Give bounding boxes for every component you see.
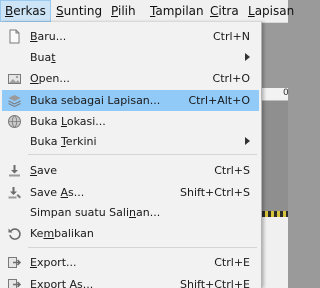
menu-item-shortcut: Ctrl+Alt+O xyxy=(188,94,250,107)
menubar-item-label: itra xyxy=(218,4,239,18)
menu-item-label: Save xyxy=(30,164,58,177)
menu-bar: Berkas Sunting Pilih Tampilan Citra Lapisan xyxy=(0,0,294,23)
menubar-item-tampilan[interactable]: Tampilan xyxy=(145,0,209,22)
menu-item-shortcut: Ctrl+E xyxy=(214,256,250,269)
open-as-layers-icon xyxy=(7,93,22,108)
menu-item-mnemonic: A xyxy=(60,186,69,199)
menu-item-label: Baru... xyxy=(30,30,67,43)
menu-item-shortcut: Ctrl+S xyxy=(214,164,250,177)
menu-item-buka-terkini[interactable]: Buka Terkini xyxy=(2,131,259,152)
submenu-arrow-icon xyxy=(245,137,250,145)
menu-item-shortcut: Shift+Ctrl+S xyxy=(180,186,250,199)
new-document-icon xyxy=(7,29,22,44)
menu-item-buka-lokasi[interactable]: Buka Lokasi... xyxy=(2,111,259,132)
menu-item-label: Open... xyxy=(30,72,70,85)
menu-item-label: Save As... xyxy=(30,186,85,199)
menu-item-baru[interactable]: Baru... Ctrl+N xyxy=(2,26,259,47)
menu-item-shortcut: Ctrl+N xyxy=(212,30,250,43)
menubar-item-label: ilih xyxy=(117,4,136,18)
export-icon xyxy=(7,255,22,270)
menubar-item-mnemonic: P xyxy=(111,4,118,18)
menu-item-simpan-suatu-salinan[interactable]: Simpan suatu Salinan... xyxy=(2,202,259,223)
menu-item-mnemonic: B xyxy=(30,30,38,43)
menu-item-label: Kembalikan xyxy=(30,227,94,240)
menu-item-shortcut: Shift+Ctrl+E xyxy=(180,278,250,288)
menu-item-label: Simpan suatu Salinan... xyxy=(30,206,161,219)
menu-item-mnemonic: O xyxy=(30,72,39,85)
menu-item-mnemonic: n xyxy=(129,206,136,219)
menu-item-buat[interactable]: Buat xyxy=(2,47,259,68)
menubar-item-label: apisan xyxy=(254,4,295,18)
background-ruler-label: 0 xyxy=(283,88,289,98)
menu-item-buka-sebagai-lapisan[interactable]: Buka sebagai Lapisan... Ctrl+Alt+O xyxy=(2,90,259,111)
menu-item-mnemonic: L xyxy=(60,115,67,128)
menu-separator xyxy=(28,247,257,248)
menu-item-label: Export As... xyxy=(30,278,94,288)
menubar-item-mnemonic: B xyxy=(5,4,14,18)
menu-item-open[interactable]: Open... Ctrl+O xyxy=(2,68,259,89)
menu-item-mnemonic: T xyxy=(60,135,66,148)
revert-icon xyxy=(7,226,22,241)
menu-item-label: Buka Terkini xyxy=(30,135,97,148)
background-panel xyxy=(262,217,288,288)
menu-item-mnemonic: m xyxy=(43,227,55,240)
menu-item-export-as[interactable]: Export As... Shift+Ctrl+E xyxy=(2,274,259,288)
save-icon xyxy=(7,163,22,178)
menubar-item-pilih[interactable]: Pilih xyxy=(106,0,141,22)
menu-item-save[interactable]: Save Ctrl+S xyxy=(2,160,259,181)
export-as-icon xyxy=(7,277,22,288)
menu-item-mnemonic: E xyxy=(30,256,37,269)
menu-separator xyxy=(28,154,257,155)
menubar-item-berkas[interactable]: Berkas xyxy=(0,0,51,22)
menubar-item-lapisan[interactable]: Lapisan xyxy=(243,0,299,22)
save-as-icon xyxy=(7,185,22,200)
menubar-item-sunting[interactable]: Sunting xyxy=(51,0,107,22)
menu-item-export[interactable]: Export... Ctrl+E xyxy=(2,252,259,273)
menubar-item-label: unting xyxy=(63,4,103,18)
submenu-arrow-icon xyxy=(245,53,250,61)
menu-item-save-as[interactable]: Save As... Shift+Ctrl+S xyxy=(2,182,259,203)
menu-item-label: Buka Lokasi... xyxy=(30,115,106,128)
menu-item-label: Buka sebagai Lapisan... xyxy=(30,94,161,107)
menubar-item-label: ampilan xyxy=(155,4,204,18)
menu-item-shortcut: Ctrl+O xyxy=(212,72,250,85)
menu-item-label: Buat xyxy=(30,51,56,64)
menu-item-mnemonic: S xyxy=(30,164,37,177)
menu-item-label: Export... xyxy=(30,256,77,269)
open-image-icon xyxy=(7,71,22,86)
menubar-item-label: erkas xyxy=(13,4,46,18)
menubar-item-mnemonic: L xyxy=(248,4,255,18)
open-location-icon xyxy=(7,114,22,129)
background-canvas xyxy=(262,101,288,211)
menubar-item-citra[interactable]: Citra xyxy=(205,0,244,22)
file-menu-dropdown: Baru... Ctrl+N Buat Open... Ctrl+O Buka sebag… xyxy=(0,22,262,288)
menu-item-mnemonic: t xyxy=(51,51,56,64)
menu-item-kembalikan[interactable]: Kembalikan xyxy=(2,223,259,244)
menubar-item-mnemonic: S xyxy=(56,4,64,18)
